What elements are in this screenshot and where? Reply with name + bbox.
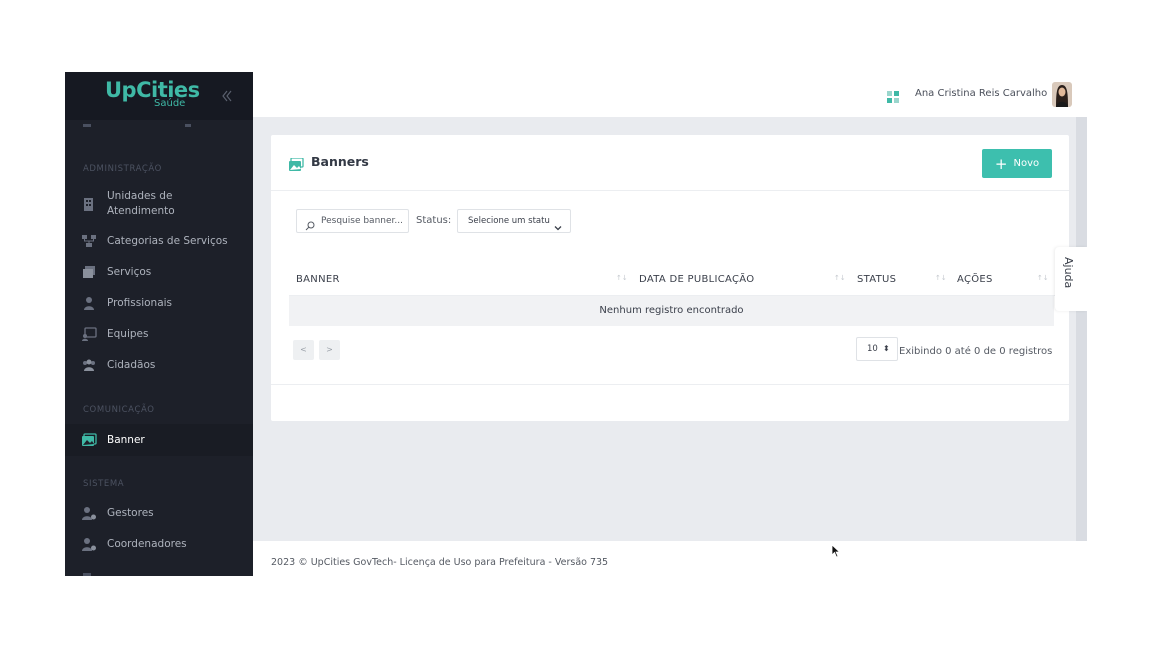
footer: 2023 © UpCities GovTech- Licença de Uso … [253,541,1087,576]
sidebar-item-servicos[interactable]: Serviços [65,263,253,281]
help-tab-label: Ajuda [1062,257,1075,289]
footer-text: 2023 © UpCities GovTech- Licença de Uso … [271,557,609,568]
column-header-banner[interactable]: BANNER [296,274,340,285]
section-title-sistema: SISTEMA [83,479,125,489]
new-banner-button[interactable]: + Novo [982,149,1052,178]
collapse-sidebar-icon[interactable] [217,86,237,106]
sidebar-item-label: Serviços [107,265,152,278]
sort-icon[interactable]: ↑↓ [935,274,947,282]
app-window: UpCities Saúde ADMINISTRAÇÃO Unidades de… [65,72,1087,576]
sidebar-item-cidadaos[interactable]: Cidadãos [65,356,253,374]
sidebar-item-gestores[interactable]: Gestores [65,504,253,522]
sidebar-item-coordenadores[interactable]: Coordenadores [65,535,253,553]
column-header-status[interactable]: STATUS [857,274,896,285]
column-header-acoes[interactable]: AÇÕES [957,274,993,285]
section-title-administracao: ADMINISTRAÇÃO [83,164,162,174]
updown-arrows-icon: ⬍ [883,344,890,353]
chevron-down-icon [554,217,562,231]
sidebar: UpCities Saúde ADMINISTRAÇÃO Unidades de… [65,72,253,576]
column-header-data-publicacao[interactable]: DATA DE PUBLICAÇÃO [639,274,754,285]
building-icon [81,196,97,212]
user-gear-icon [81,536,97,552]
user-name[interactable]: Ana Cristina Reis Carvalho [915,88,1047,99]
avatar[interactable] [1052,82,1072,107]
search-box[interactable] [296,209,409,233]
banners-card: Banners + Novo Status: Selecione um stat… [271,135,1069,421]
sidebar-item-unidades[interactable]: Unidades de Atendimento [65,188,253,220]
brand-logo[interactable]: UpCities Saúde [105,78,200,109]
logo-sub-text: Saúde [154,98,186,109]
help-tab[interactable]: Ajuda [1055,247,1087,311]
image-icon [81,432,97,448]
table-header: BANNER ↑↓ DATA DE PUBLICAÇÃO ↑↓ STATUS ↑… [289,262,1059,296]
mouse-cursor-icon [831,543,841,558]
status-select[interactable]: Selecione um status [457,209,571,233]
logo-main-text: UpCities [105,78,200,102]
people-icon [81,357,97,373]
per-page-value: 10 [867,344,878,354]
sort-icon[interactable]: ↑↓ [1037,274,1049,282]
sort-icon[interactable]: ↑↓ [616,274,628,282]
stack-icon [81,264,97,280]
image-icon [289,156,304,171]
plus-icon: + [994,154,1008,173]
records-info: Exibindo 0 até 0 de 0 registros [899,346,1053,357]
top-header: Ana Cristina Reis Carvalho [253,72,1087,117]
status-label: Status: [416,215,452,226]
sidebar-item-label: Equipes [107,327,149,340]
logo-bar: UpCities Saúde [65,72,253,120]
sidebar-item-categorias[interactable]: Categorias de Serviços [65,232,253,250]
user-gear-icon [81,505,97,521]
sidebar-item-label: Profissionais [107,296,173,309]
page-title: Banners [311,154,369,169]
sidebar-item-banner[interactable]: Banner [65,424,253,456]
person-icon [81,295,97,311]
card-header: Banners + Novo [271,135,1069,191]
sidebar-item-label: Cidadãos [107,358,156,371]
status-select-value: Selecione um status [468,216,550,226]
sidebar-item-label: Gestores [107,506,154,519]
search-input[interactable] [321,216,403,226]
next-page-button[interactable]: > [319,340,340,360]
prev-page-button[interactable]: < [293,340,314,360]
sidebar-item-label: Unidades de Atendimento [107,190,175,217]
sidebar-item-label: Banner [107,433,145,446]
sidebar-item-clipped [83,124,193,132]
new-button-label: Novo [1013,158,1040,169]
team-icon [81,326,97,342]
apps-grid-icon[interactable] [887,88,899,103]
sidebar-item-profissionais[interactable]: Profissionais [65,294,253,312]
section-title-comunicacao: COMUNICAÇÃO [83,405,155,415]
sidebar-item-label: Categorias de Serviços [107,234,228,247]
sort-icon[interactable]: ↑↓ [834,274,846,282]
sidebar-item-equipes[interactable]: Equipes [65,325,253,343]
hierarchy-icon [81,233,97,249]
page-scrollbar[interactable] [1076,117,1087,541]
divider [271,384,1069,385]
empty-table-message: Nenhum registro encontrado [289,296,1054,326]
search-icon [305,216,315,231]
sidebar-item-label: Coordenadores [107,537,187,550]
sidebar-item-clipped-bottom [83,570,163,576]
per-page-select[interactable]: 10 ⬍ [856,337,898,361]
